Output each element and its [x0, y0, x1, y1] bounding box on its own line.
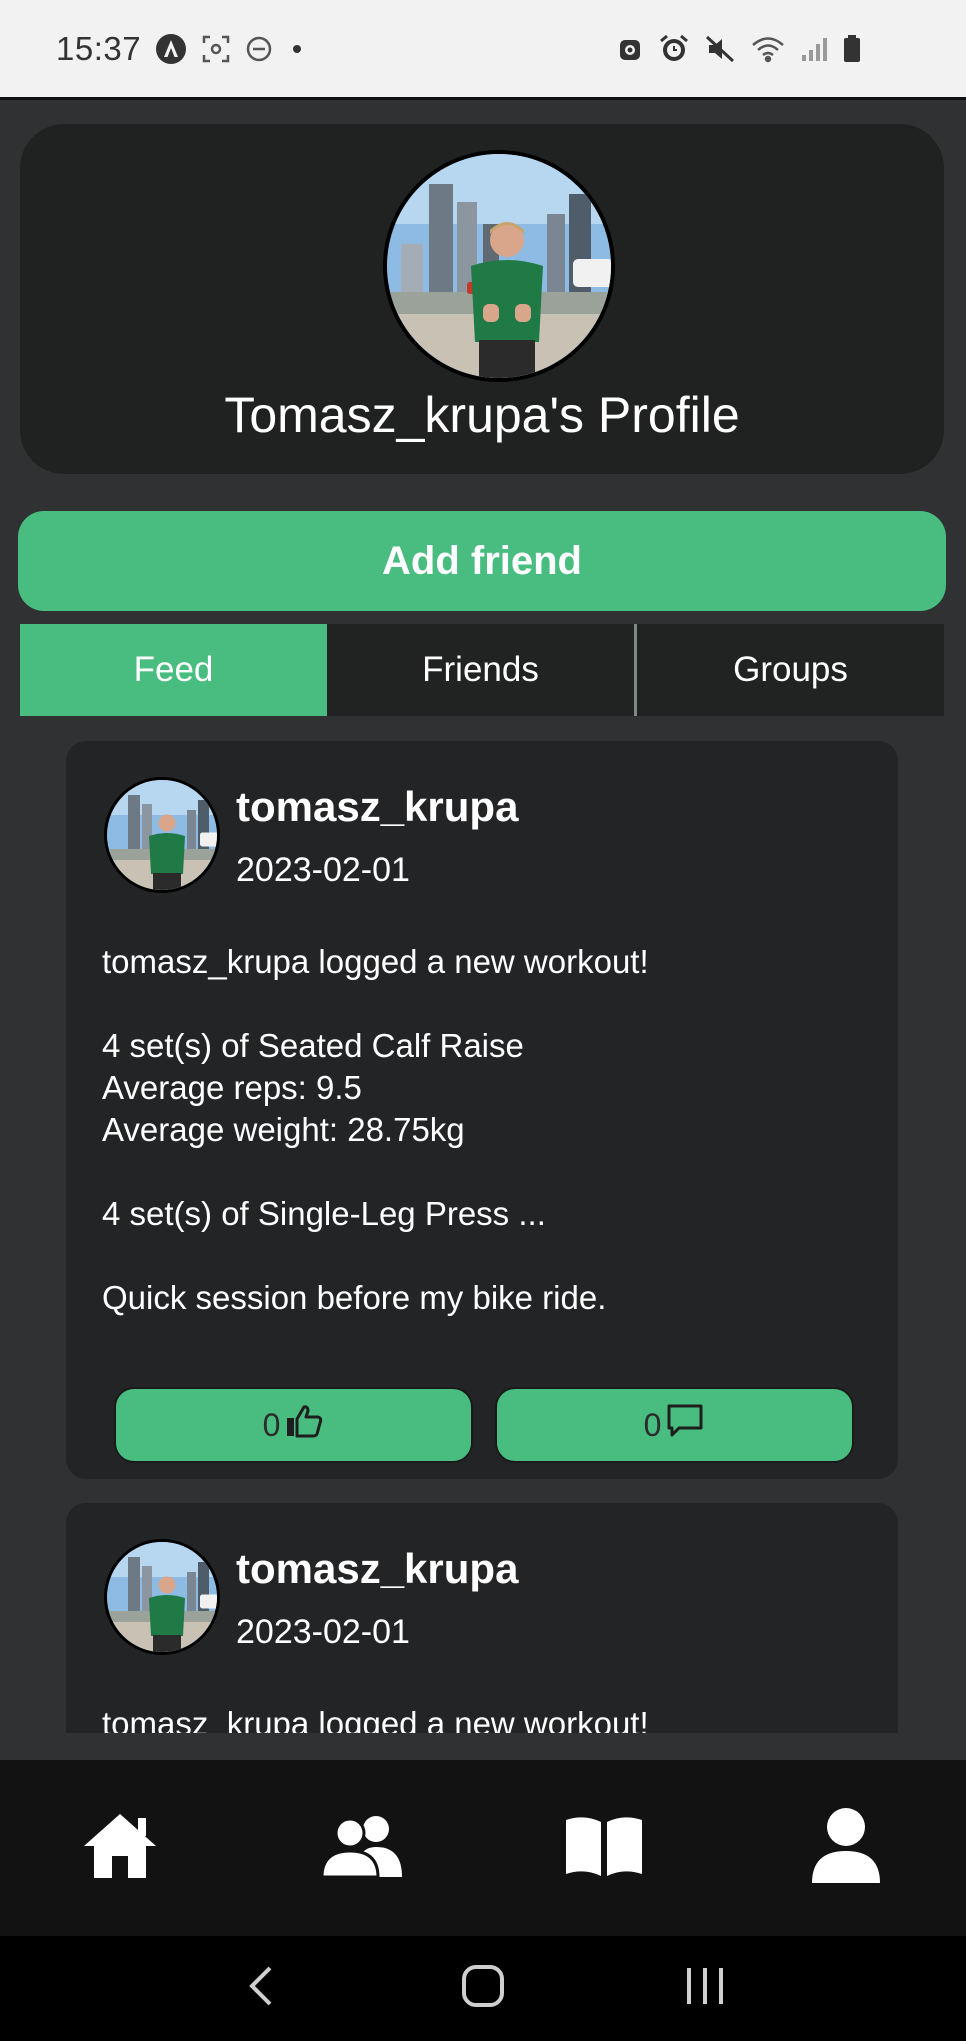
profile-tabs: Feed Friends Groups [20, 624, 944, 716]
status-bar: 15:37 [0, 0, 966, 100]
post-line-gap [102, 1235, 882, 1277]
tab-feed[interactable]: Feed [20, 624, 327, 716]
feed-post: tomasz_krupa 2023-02-01 tomasz_krupa log… [66, 741, 898, 1479]
profile-header: Tomasz_krupa's Profile [20, 124, 944, 474]
dot-icon [287, 39, 307, 59]
post-line: 4 set(s) of Single-Leg Press ... [102, 1195, 546, 1232]
post-avatar[interactable] [104, 777, 220, 893]
do-not-disturb-icon [245, 35, 273, 63]
post-line-gap [102, 1151, 882, 1193]
post-body: tomasz_krupa logged a new workout! 4 set… [102, 941, 882, 1319]
post-line: Average weight: 28.75kg [102, 1111, 465, 1148]
wifi-icon [750, 34, 786, 64]
home-square-icon [460, 1963, 506, 2014]
post-line: Quick session before my bike ride. [102, 1279, 607, 1316]
system-home-button[interactable] [453, 1959, 513, 2019]
nav-friends[interactable] [320, 1806, 404, 1890]
status-right [616, 34, 862, 64]
feed-post: tomasz_krupa 2023-02-01 tomasz_krupa log… [66, 1503, 898, 1733]
alarm-lock-icon [616, 34, 644, 64]
nav-home[interactable] [78, 1806, 162, 1890]
system-back-button[interactable] [231, 1959, 291, 2019]
post-date: 2023-02-01 [236, 851, 410, 889]
signal-icon [800, 35, 828, 63]
post-username[interactable]: tomasz_krupa [236, 1545, 518, 1593]
tab-groups[interactable]: Groups [634, 624, 944, 716]
profile-avatar[interactable] [383, 150, 615, 382]
tab-friends[interactable]: Friends [327, 624, 634, 716]
post-line: 4 set(s) of Seated Calf Raise [102, 1027, 524, 1064]
system-recents-button[interactable] [675, 1959, 735, 2019]
bottom-nav [0, 1760, 966, 1936]
post-username[interactable]: tomasz_krupa [236, 783, 518, 831]
screenshot-icon [201, 34, 231, 64]
home-icon [80, 1810, 160, 1887]
comment-count: 0 [643, 1406, 662, 1443]
post-avatar[interactable] [104, 1539, 220, 1655]
post-date: 2023-02-01 [236, 1613, 410, 1651]
profile-title: Tomasz_krupa's Profile [224, 387, 740, 443]
book-icon [562, 1814, 646, 1883]
recents-icon [683, 1966, 727, 2011]
app-notification-icon [155, 33, 187, 65]
post-line: tomasz_krupa logged a new workout! [102, 1705, 649, 1733]
post-line: tomasz_krupa logged a new workout! [102, 943, 649, 980]
comment-icon [665, 1403, 705, 1447]
feed-list[interactable]: tomasz_krupa 2023-02-01 tomasz_krupa log… [0, 735, 966, 1733]
like-count: 0 [262, 1406, 281, 1443]
like-button[interactable]: 0 [114, 1387, 473, 1463]
nav-profile[interactable] [804, 1806, 888, 1890]
alarm-icon [658, 34, 690, 64]
system-nav-bar [0, 1936, 966, 2041]
status-time: 15:37 [56, 29, 142, 67]
post-body: tomasz_krupa logged a new workout! [102, 1703, 882, 1733]
status-left: 15:37 [56, 30, 307, 68]
nav-guide[interactable] [562, 1806, 646, 1890]
add-friend-button[interactable]: Add friend [18, 511, 946, 611]
post-actions: 0 0 [114, 1387, 854, 1463]
post-line: Average reps: 9.5 [102, 1069, 362, 1106]
profile-icon [810, 1807, 882, 1890]
post-line-gap [102, 983, 882, 1025]
friends-icon [320, 1813, 404, 1884]
comment-button[interactable]: 0 [495, 1387, 854, 1463]
mute-icon [704, 34, 736, 64]
battery-icon [842, 34, 862, 64]
back-chevron-icon [246, 1964, 276, 2013]
thumbs-up-icon [284, 1403, 324, 1447]
